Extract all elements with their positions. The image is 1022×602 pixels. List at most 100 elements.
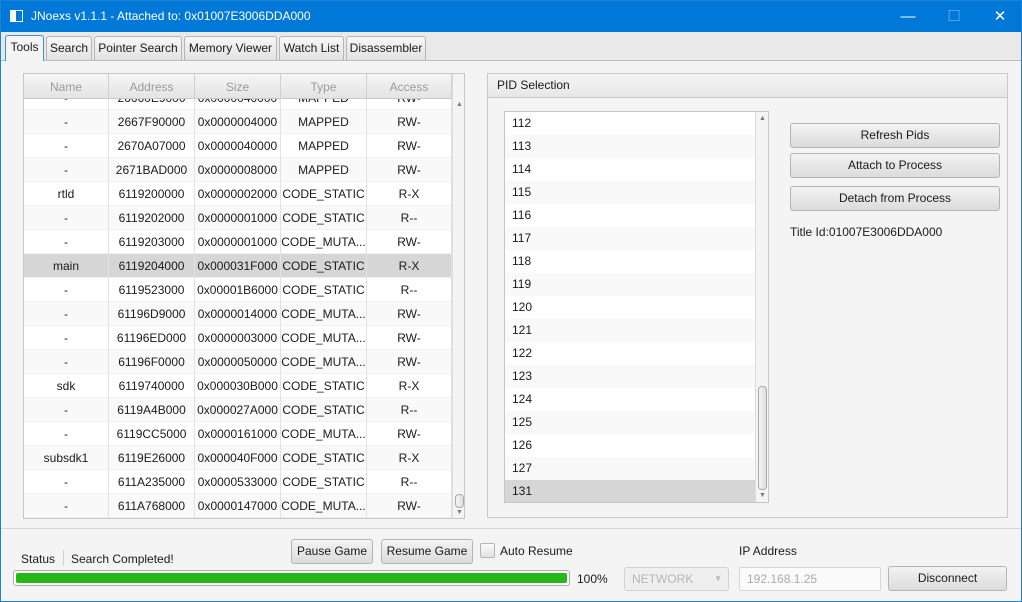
- table-scrollbar[interactable]: ▲ ▼: [452, 74, 464, 518]
- pid-list-item[interactable]: 120: [505, 296, 755, 319]
- table-row[interactable]: -61196ED000 0x0000003000 CODE_MUTA... RW-: [24, 326, 452, 350]
- attach-process-button[interactable]: Attach to Process: [790, 153, 1000, 178]
- pid-list-item[interactable]: 115: [505, 181, 755, 204]
- progress-bar: [13, 570, 570, 586]
- cell-access: RW-: [367, 350, 452, 374]
- maximize-button[interactable]: ☐: [931, 1, 977, 32]
- table-header: Name Address Size Type Access: [24, 74, 452, 99]
- table-row[interactable]: -61196F0000 0x0000050000 CODE_MUTA... RW-: [24, 350, 452, 374]
- cell-type: CODE_STATIC: [281, 446, 367, 470]
- pid-list-item[interactable]: 117: [505, 227, 755, 250]
- disconnect-button[interactable]: Disconnect: [888, 566, 1007, 591]
- pause-game-button[interactable]: Pause Game: [291, 539, 373, 564]
- column-header-name[interactable]: Name: [24, 74, 109, 99]
- pid-scrollbar[interactable]: ▲ ▼: [755, 112, 768, 502]
- cell-access: RW-: [367, 110, 452, 134]
- table-row[interactable]: -2670A07000 0x0000040000 MAPPED RW-: [24, 134, 452, 158]
- cell-name: -: [24, 230, 109, 254]
- tab-memory-viewer[interactable]: Memory Viewer: [184, 36, 277, 60]
- tab-watch-list[interactable]: Watch List: [279, 36, 344, 60]
- pid-list[interactable]: 112 113 114 115 116 117 118 119 120 121 122 123 124 1…: [504, 111, 769, 503]
- pid-list-item[interactable]: 116: [505, 204, 755, 227]
- cell-name: main: [24, 254, 109, 278]
- minimize-button[interactable]: —: [885, 1, 931, 32]
- scroll-up-arrow-icon[interactable]: ▲: [756, 113, 768, 125]
- table-row[interactable]: rtld 6119200000 0x0000002000 CODE_STATIC R-X: [24, 182, 452, 206]
- cell-size: 0x0000147000: [195, 494, 281, 518]
- cell-address: 61196F0000: [109, 350, 195, 374]
- cell-type: CODE_STATIC: [281, 398, 367, 422]
- scroll-down-arrow-icon[interactable]: ▼: [453, 507, 464, 518]
- cell-access: RW-: [367, 326, 452, 350]
- pid-list-item[interactable]: 114: [505, 158, 755, 181]
- cell-size: 0x0000001000: [195, 206, 281, 230]
- pid-list-item[interactable]: 126: [505, 434, 755, 457]
- table-row[interactable]: -2667F90000 0x0000004000 MAPPED RW-: [24, 110, 452, 134]
- cell-address: 61196ED000: [109, 326, 195, 350]
- column-header-type[interactable]: Type: [281, 74, 367, 99]
- cell-access: R-X: [367, 446, 452, 470]
- cell-access: RW-: [367, 494, 452, 518]
- scroll-thumb[interactable]: [455, 494, 464, 508]
- pid-list-item[interactable]: 119: [505, 273, 755, 296]
- cell-size: 0x0000008000: [195, 158, 281, 182]
- pid-list-item[interactable]: 125: [505, 411, 755, 434]
- table-row[interactable]: -6119202000 0x0000001000 CODE_STATIC R--: [24, 206, 452, 230]
- refresh-pids-button[interactable]: Refresh Pids: [790, 123, 1000, 148]
- scroll-down-arrow-icon[interactable]: ▼: [756, 490, 768, 502]
- pid-panel-title: PID Selection: [488, 74, 1007, 98]
- cell-access: R-X: [367, 374, 452, 398]
- pid-list-item[interactable]: 124: [505, 388, 755, 411]
- pid-list-item[interactable]: 123: [505, 365, 755, 388]
- resume-game-button[interactable]: Resume Game: [381, 539, 473, 564]
- table-row[interactable]: sdk 6119740000 0x000030B000 CODE_STATIC R-X: [24, 374, 452, 398]
- cell-access: R--: [367, 278, 452, 302]
- pid-list-item[interactable]: 121: [505, 319, 755, 342]
- table-row[interactable]: -6119A4B000 0x000027A000 CODE_STATIC R--: [24, 398, 452, 422]
- close-button[interactable]: ✕: [977, 1, 1022, 32]
- cell-access: RW-: [367, 230, 452, 254]
- ip-address-label: IP Address: [739, 544, 797, 558]
- table-row[interactable]: -611A235000 0x0000533000 CODE_STATIC R--: [24, 470, 452, 494]
- table-row[interactable]: -611A768000 0x0000147000 CODE_MUTA... RW-: [24, 494, 452, 518]
- table-row[interactable]: -61196D9000 0x0000014000 CODE_MUTA... RW-: [24, 302, 452, 326]
- tab-disassembler[interactable]: Disassembler: [346, 36, 426, 60]
- table-row[interactable]: -6119523000 0x00001B6000 CODE_STATIC R--: [24, 278, 452, 302]
- cell-type: CODE_MUTA...: [281, 230, 367, 254]
- pid-list-item[interactable]: 118: [505, 250, 755, 273]
- tab-tools[interactable]: Tools: [5, 35, 44, 61]
- memory-region-table[interactable]: Name Address Size Type Access -26660E900…: [23, 73, 465, 519]
- pid-list-item[interactable]: 112: [505, 112, 755, 135]
- table-row[interactable]: main 6119204000 0x000031F000 CODE_STATIC R-X: [24, 254, 452, 278]
- cell-size: 0x000040F000: [195, 446, 281, 470]
- cell-size: 0x0000014000: [195, 302, 281, 326]
- ip-address-field[interactable]: 192.168.1.25: [739, 567, 881, 591]
- column-header-access[interactable]: Access: [367, 74, 452, 99]
- table-row[interactable]: -26660E90000x0000040000MAPPEDRW-: [24, 99, 452, 110]
- progress-percent: 100%: [577, 572, 608, 586]
- column-header-size[interactable]: Size: [195, 74, 281, 99]
- connection-mode-select[interactable]: NETWORK ▼: [624, 567, 729, 591]
- cell-name: -: [24, 398, 109, 422]
- pid-list-item[interactable]: 131: [505, 480, 755, 502]
- column-header-address[interactable]: Address: [109, 74, 195, 99]
- table-row[interactable]: subsdk1 6119E26000 0x000040F000 CODE_STATIC…: [24, 446, 452, 470]
- cell-address: 6119523000: [109, 278, 195, 302]
- table-row[interactable]: -6119203000 0x0000001000 CODE_MUTA... RW-: [24, 230, 452, 254]
- pid-rows: 112 113 114 115 116 117 118 119 120 121 122 123 124 1…: [505, 112, 755, 502]
- cell-access: R--: [367, 398, 452, 422]
- detach-process-button[interactable]: Detach from Process: [790, 186, 1000, 211]
- pid-list-item[interactable]: 127: [505, 457, 755, 480]
- scroll-up-arrow-icon[interactable]: ▲: [453, 99, 464, 111]
- table-row[interactable]: -6119CC5000 0x0000161000 CODE_MUTA... RW-: [24, 422, 452, 446]
- title-bar[interactable]: JNoexs v1.1.1 - Attached to: 0x01007E300…: [1, 1, 1021, 32]
- auto-resume-checkbox[interactable]: [480, 543, 495, 558]
- scroll-thumb[interactable]: [758, 386, 767, 490]
- tab-pointer-search[interactable]: Pointer Search: [94, 36, 182, 60]
- table-row[interactable]: -2671BAD000 0x0000008000 MAPPED RW-: [24, 158, 452, 182]
- cell-size: 0x0000040000: [195, 134, 281, 158]
- pid-list-item[interactable]: 113: [505, 135, 755, 158]
- tab-search[interactable]: Search: [46, 36, 92, 60]
- tab-bar: Tools Search Pointer Search Memory Viewe…: [1, 32, 1021, 61]
- pid-list-item[interactable]: 122: [505, 342, 755, 365]
